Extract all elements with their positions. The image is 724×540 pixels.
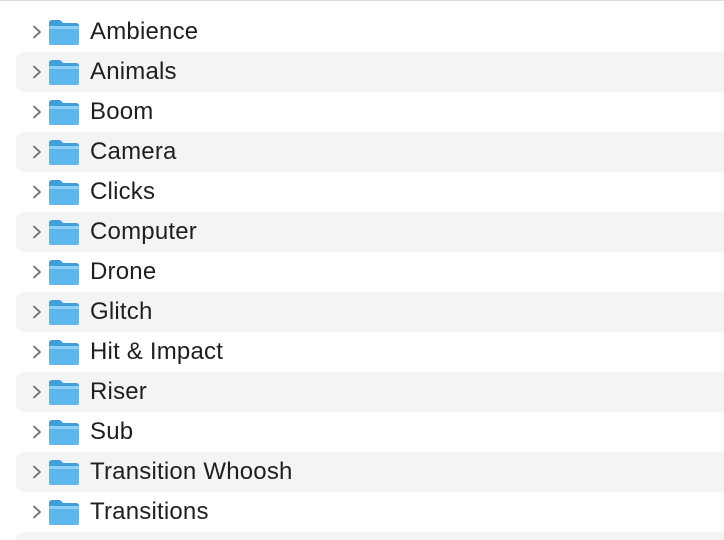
folder-label: Animals	[90, 58, 177, 85]
folder-row-transition-whoosh[interactable]: Transition Whoosh	[16, 452, 724, 492]
folder-icon	[48, 458, 80, 486]
folder-row-animals[interactable]: Animals	[16, 52, 724, 92]
folder-icon	[48, 258, 80, 286]
folder-icon	[48, 378, 80, 406]
folder-list: Ambience Animals Boom Camera Clicks Comp…	[0, 12, 724, 532]
chevron-right-icon[interactable]	[32, 425, 42, 439]
folder-row-riser[interactable]: Riser	[16, 372, 724, 412]
folder-icon	[48, 338, 80, 366]
folder-icon	[48, 418, 80, 446]
chevron-right-icon[interactable]	[32, 345, 42, 359]
chevron-right-icon[interactable]	[32, 465, 42, 479]
folder-icon	[48, 138, 80, 166]
chevron-right-icon[interactable]	[32, 385, 42, 399]
folder-icon	[48, 218, 80, 246]
folder-icon	[48, 298, 80, 326]
folder-row-drone[interactable]: Drone	[0, 252, 724, 292]
folder-row-camera[interactable]: Camera	[16, 132, 724, 172]
folder-label: Transition Whoosh	[90, 458, 293, 485]
chevron-right-icon[interactable]	[32, 505, 42, 519]
folder-row-transitions[interactable]: Transitions	[0, 492, 724, 532]
folder-row-hit-impact[interactable]: Hit & Impact	[0, 332, 724, 372]
folder-label: Hit & Impact	[90, 338, 224, 365]
folder-row-clicks[interactable]: Clicks	[0, 172, 724, 212]
folder-label: Transitions	[90, 498, 209, 525]
folder-row-sub[interactable]: Sub	[0, 412, 724, 452]
folder-label: Clicks	[90, 178, 156, 205]
folder-label: Sub	[90, 418, 134, 445]
folder-label: Ambience	[90, 18, 199, 45]
folder-label: Glitch	[90, 298, 153, 325]
folder-label: Camera	[90, 138, 177, 165]
folder-row-computer[interactable]: Computer	[16, 212, 724, 252]
folder-label: Computer	[90, 218, 197, 245]
folder-icon	[48, 498, 80, 526]
folder-label: Boom	[90, 98, 154, 125]
folder-row-boom[interactable]: Boom	[0, 92, 724, 132]
chevron-right-icon[interactable]	[32, 185, 42, 199]
chevron-right-icon[interactable]	[32, 305, 42, 319]
chevron-right-icon[interactable]	[32, 265, 42, 279]
folder-icon	[48, 18, 80, 46]
folder-icon	[48, 58, 80, 86]
chevron-right-icon[interactable]	[32, 105, 42, 119]
top-divider	[0, 0, 724, 1]
chevron-right-icon[interactable]	[32, 25, 42, 39]
folder-icon	[48, 178, 80, 206]
folder-row-glitch[interactable]: Glitch	[16, 292, 724, 332]
folder-row-ambience[interactable]: Ambience	[0, 12, 724, 52]
folder-label: Drone	[90, 258, 157, 285]
chevron-right-icon[interactable]	[32, 225, 42, 239]
chevron-right-icon[interactable]	[32, 145, 42, 159]
partial-row-stripe	[16, 532, 724, 540]
chevron-right-icon[interactable]	[32, 65, 42, 79]
folder-label: Riser	[90, 378, 148, 405]
folder-icon	[48, 98, 80, 126]
